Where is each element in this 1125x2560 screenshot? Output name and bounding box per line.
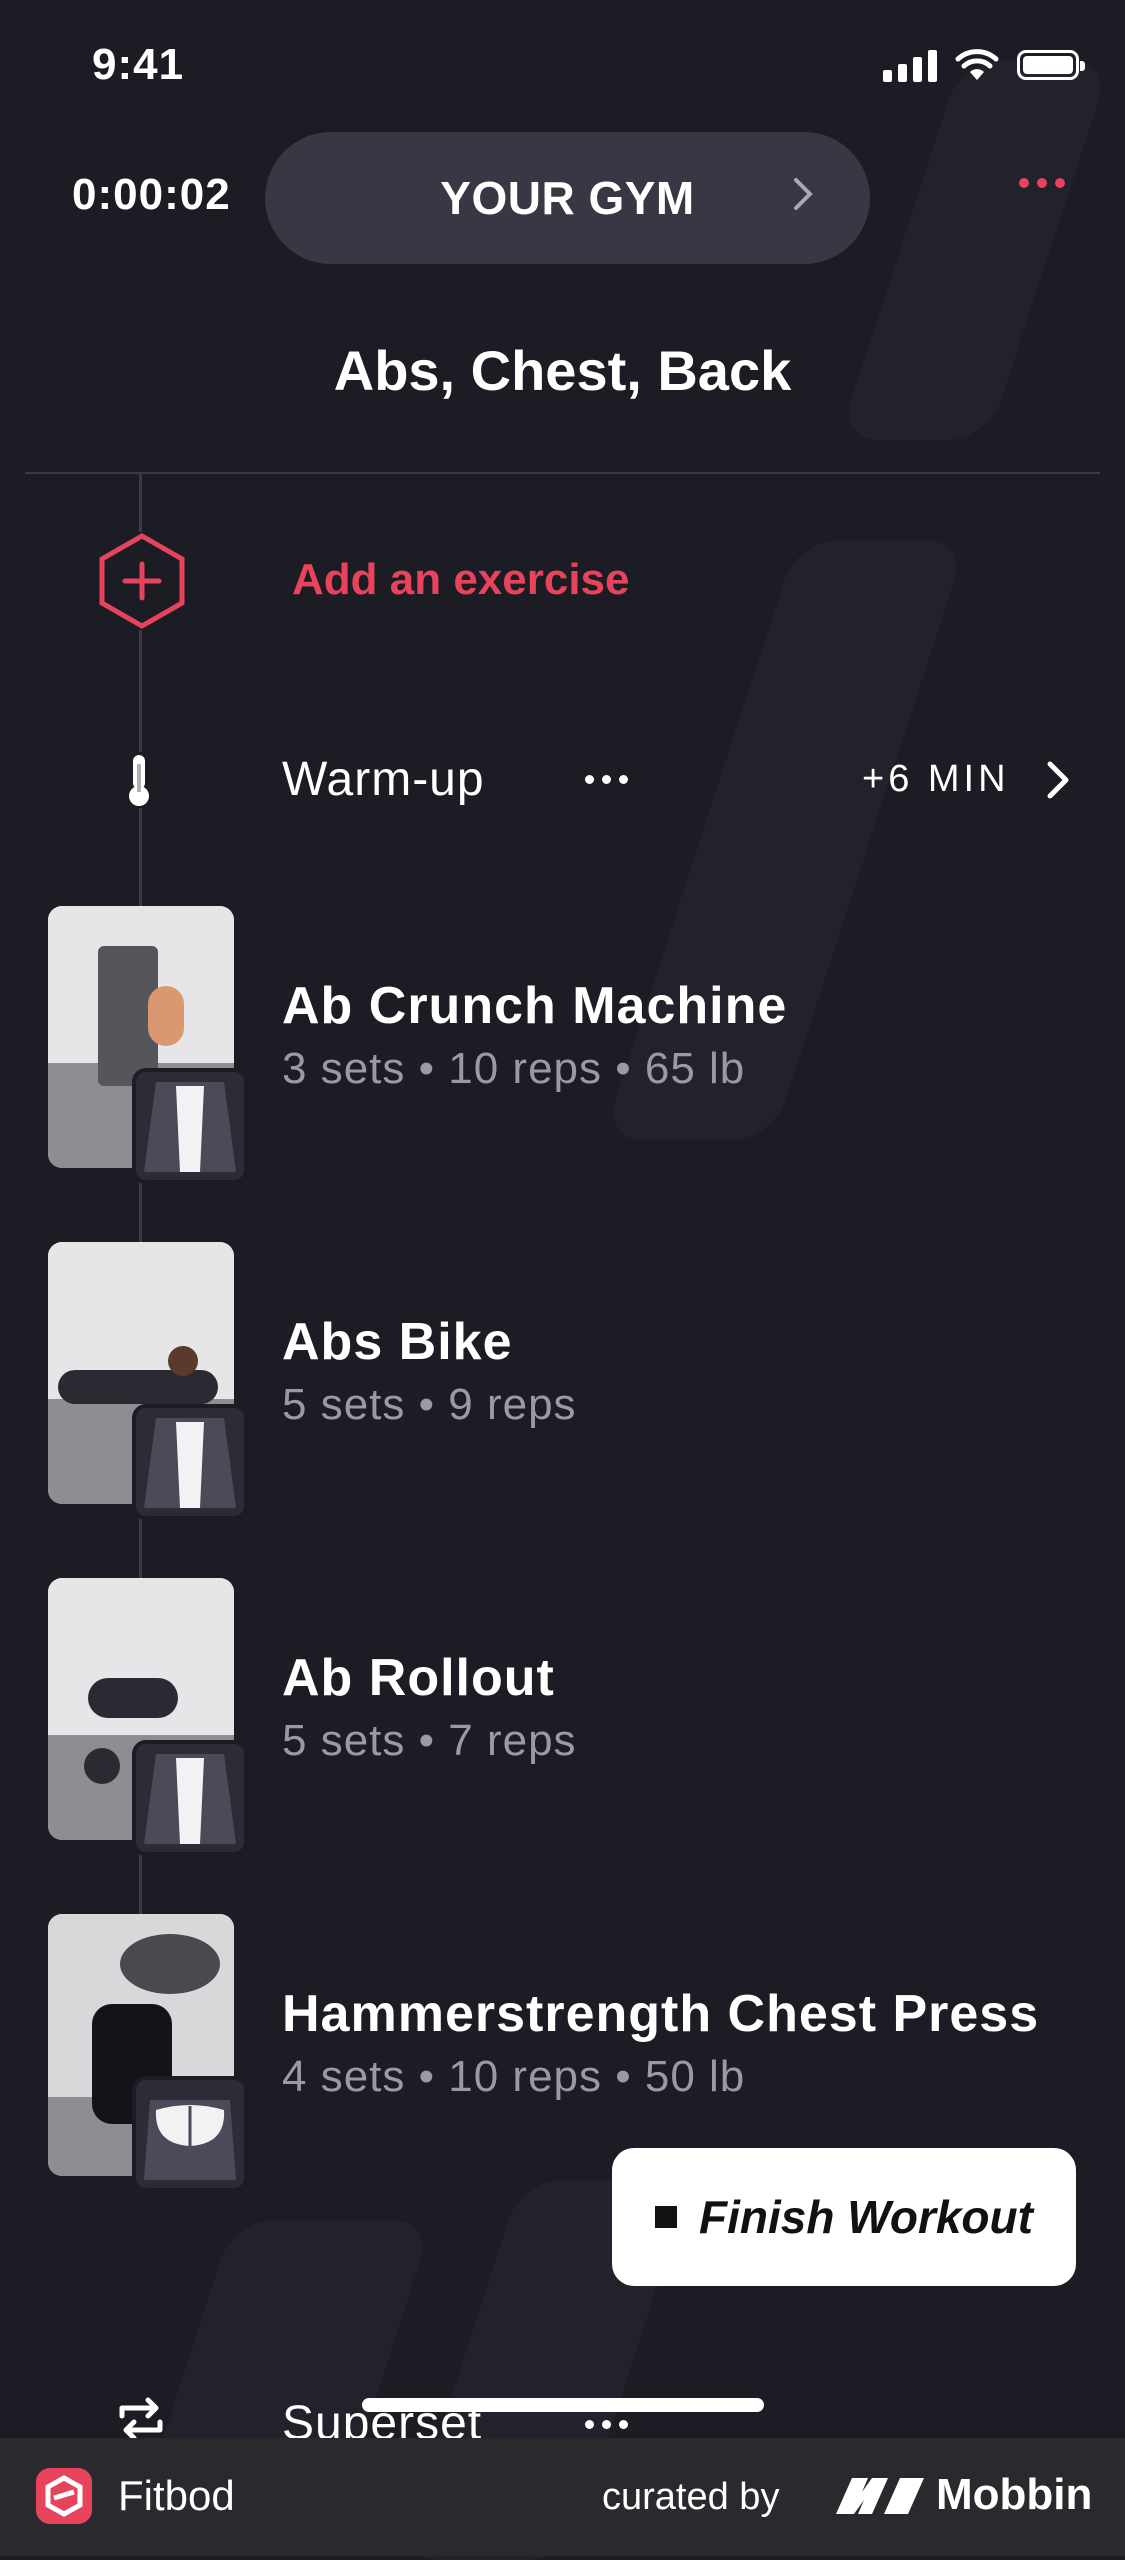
curated-by-label: curated by — [602, 2476, 780, 2518]
exercise-name: Ab Crunch Machine — [282, 977, 788, 1035]
more-options-button[interactable] — [1019, 178, 1065, 188]
divider — [25, 472, 1100, 474]
add-exercise-button[interactable]: Add an exercise — [292, 555, 630, 605]
status-time: 9:41 — [92, 40, 185, 89]
status-icons — [883, 48, 1085, 82]
exercise-row-ab-rollout[interactable]: Ab Rollout 5 sets • 7 reps — [48, 1578, 1108, 1858]
warmup-time: +6 MIN — [862, 758, 1010, 800]
wifi-icon — [955, 49, 999, 80]
finish-workout-button[interactable]: Finish Workout — [612, 2148, 1076, 2286]
exercise-name: Hammerstrength Chest Press — [282, 1985, 1040, 2043]
add-exercise-icon[interactable] — [96, 532, 188, 630]
fitbod-logo-icon — [36, 2468, 92, 2524]
warmup-more-button[interactable] — [585, 775, 628, 784]
gym-selector-button[interactable]: YOUR GYM — [265, 132, 870, 264]
exercise-name: Ab Rollout — [282, 1649, 555, 1707]
exercise-detail: 5 sets • 9 reps — [282, 1380, 577, 1429]
app-name: Fitbod — [118, 2472, 235, 2519]
abs-muscle-icon — [132, 1404, 248, 1520]
chevron-right-icon[interactable] — [1040, 758, 1076, 802]
mobbin-brand: Mobbin — [936, 2470, 1093, 2519]
exercise-row-abs-bike[interactable]: Abs Bike 5 sets • 9 reps — [48, 1242, 1108, 1522]
cellular-signal-icon — [883, 48, 937, 82]
abs-muscle-icon — [132, 1068, 248, 1184]
gym-label: YOUR GYM — [440, 172, 695, 224]
battery-icon — [1017, 50, 1085, 80]
exercise-detail: 4 sets • 10 reps • 50 lb — [282, 2052, 746, 2101]
workout-timer: 0:00:02 — [72, 170, 231, 219]
exercise-row-ab-crunch-machine[interactable]: Ab Crunch Machine 3 sets • 10 reps • 65 … — [48, 906, 1108, 1186]
thermometer-icon — [124, 752, 154, 808]
workout-title: Abs, Chest, Back — [333, 339, 792, 402]
home-indicator — [362, 2398, 764, 2412]
finish-workout-label: Finish Workout — [699, 2191, 1033, 2243]
exercise-name: Abs Bike — [282, 1313, 513, 1371]
mobbin-logo-icon — [836, 2478, 924, 2514]
warmup-label[interactable]: Warm-up — [282, 752, 485, 807]
chevron-right-icon — [794, 178, 813, 210]
superset-icon — [119, 2397, 163, 2441]
abs-muscle-icon — [132, 1740, 248, 1856]
superset-more-button[interactable] — [585, 2420, 628, 2429]
exercise-detail: 3 sets • 10 reps • 65 lb — [282, 1044, 746, 1093]
stop-icon — [655, 2206, 678, 2228]
chest-muscle-icon — [132, 2076, 248, 2192]
exercise-detail: 5 sets • 7 reps — [282, 1716, 577, 1765]
